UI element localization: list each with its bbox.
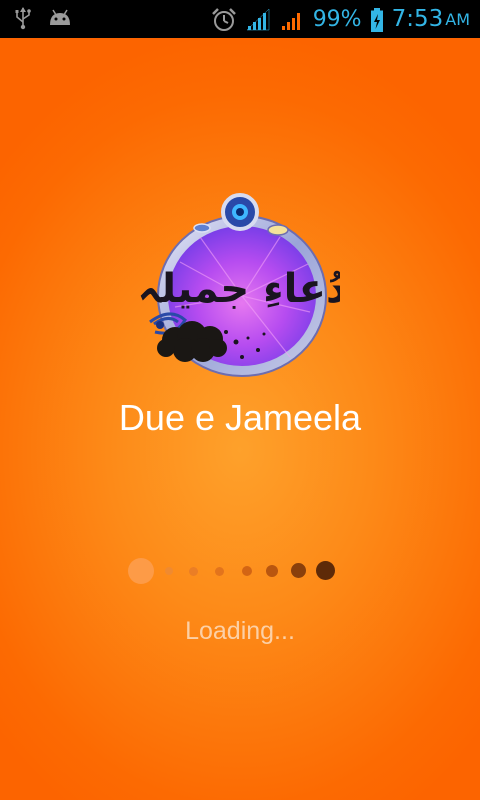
loading-dot xyxy=(215,567,224,576)
clock: 7:53 AM xyxy=(392,4,470,35)
loading-indicator xyxy=(124,553,344,589)
app-logo: دُعاءِ جمیلہ xyxy=(138,192,346,392)
usb-icon xyxy=(14,6,32,30)
loading-dot xyxy=(316,561,335,580)
android-debug-icon xyxy=(48,9,72,27)
battery-charging-icon xyxy=(370,7,384,33)
loading-dot xyxy=(266,565,278,577)
clock-time: 7:53 xyxy=(391,6,444,32)
loading-dot xyxy=(242,566,252,576)
status-bar: 99% 7:53 AM xyxy=(0,0,480,38)
splash-screen: دُعاءِ جمیلہ Due e Jameela Loading... xyxy=(0,38,480,800)
app-title: Due e Jameela xyxy=(118,397,362,438)
loading-text: Loading... xyxy=(185,617,295,645)
battery-percent: 99% xyxy=(312,6,362,32)
loading-dot xyxy=(165,567,173,575)
alarm-clock-icon xyxy=(211,7,237,33)
wifi-signal-icon xyxy=(245,7,271,32)
loading-dot xyxy=(189,567,198,576)
loading-dot xyxy=(128,558,154,584)
cell-signal-icon xyxy=(279,8,305,32)
loading-dot xyxy=(291,563,306,578)
clock-ampm: AM xyxy=(445,10,470,29)
logo-calligraphy: دُعاءِ جمیلہ xyxy=(140,266,340,312)
